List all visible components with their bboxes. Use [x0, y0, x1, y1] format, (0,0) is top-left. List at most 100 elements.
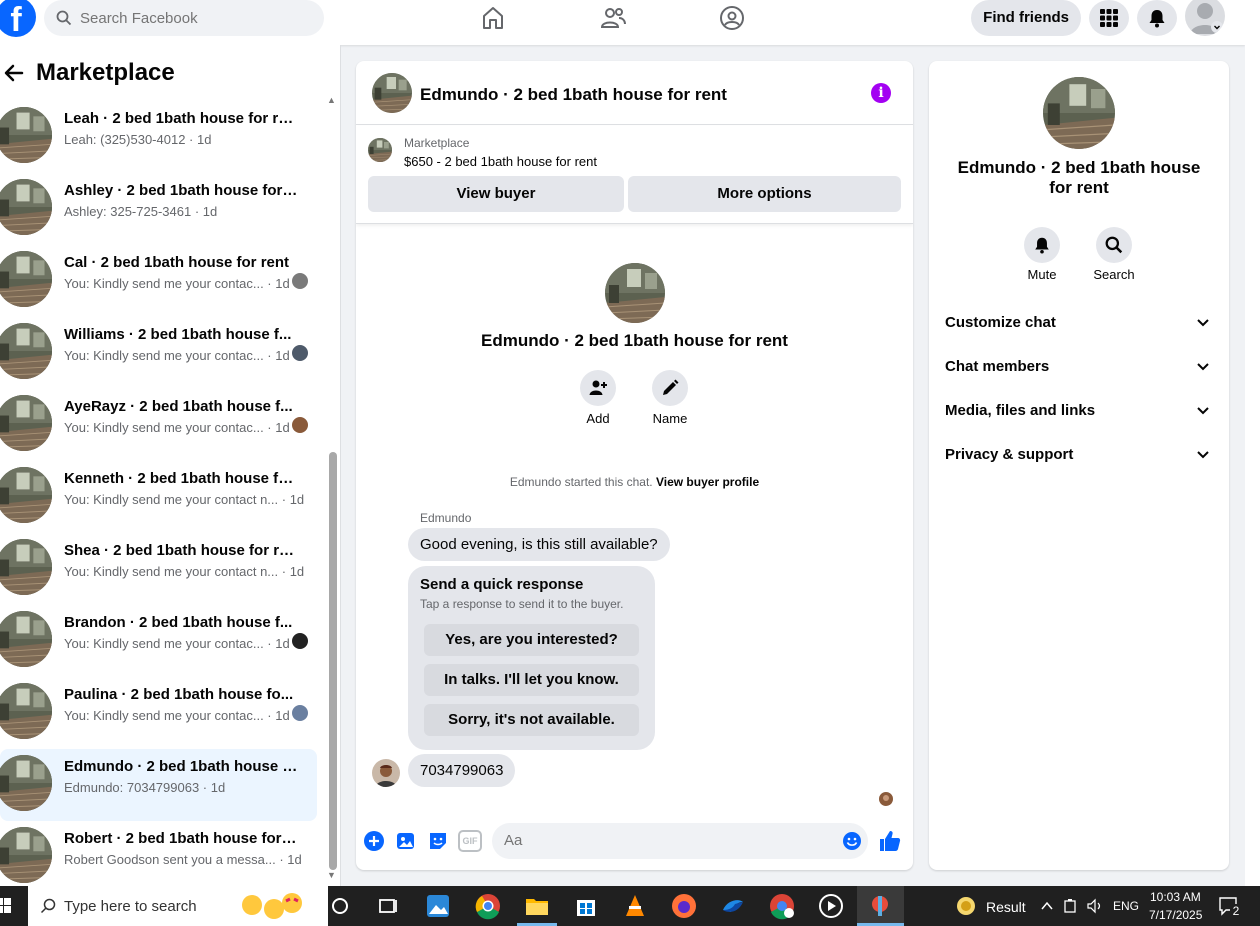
account-avatar[interactable] — [1185, 0, 1225, 36]
media-player-icon[interactable] — [817, 892, 845, 920]
app-icon[interactable] — [719, 892, 747, 920]
cortana-icon[interactable] — [326, 892, 354, 920]
quick-response-subtitle: Tap a response to send it to the buyer. — [420, 597, 624, 611]
conversation-item[interactable]: Shea · 2 bed 1bath house for rent You: Ki… — [0, 533, 317, 605]
chat-center-name: Edmundo · 2 bed 1bath house for rent — [481, 331, 788, 350]
listing-thumbnail — [0, 107, 52, 163]
friends-icon[interactable] — [599, 4, 627, 32]
chrome-profile-icon[interactable] — [768, 892, 796, 920]
back-arrow-icon[interactable] — [2, 61, 26, 85]
page-scrollbar[interactable] — [1245, 0, 1260, 886]
conversation-preview: You: Kindly send me your contact n... · … — [64, 492, 305, 507]
conversation-item[interactable]: Leah · 2 bed 1bath house for rent Leah: (… — [0, 101, 317, 173]
quick-response-card: Send a quick response Tap a response to … — [408, 566, 655, 750]
add-people-button[interactable] — [580, 370, 616, 406]
notification-count-badge: 2 — [1230, 904, 1242, 918]
conversation-item[interactable]: Cal · 2 bed 1bath house for rent You: Kin… — [0, 245, 317, 317]
top-navigation-bar: f Find friends — [0, 0, 1245, 45]
chat-members-row[interactable]: Chat members — [945, 346, 1213, 386]
message-bubble-phone: 7034799063 — [408, 754, 516, 787]
weather-sun-icon[interactable] — [954, 894, 978, 918]
conversation-title: Kenneth · 2 bed 1bath house for... — [64, 470, 299, 487]
seen-by-avatar — [292, 633, 308, 649]
plus-circle-icon[interactable] — [362, 829, 386, 853]
facebook-logo[interactable]: f — [0, 0, 36, 39]
photo-icon[interactable] — [394, 829, 418, 853]
message-input-box[interactable] — [492, 823, 868, 859]
conversation-item[interactable]: Ashley · 2 bed 1bath house for r... Ashle… — [0, 173, 317, 245]
home-icon[interactable] — [479, 4, 507, 32]
more-options-button[interactable]: More options — [628, 176, 901, 212]
conversation-item[interactable]: AyeRayz · 2 bed 1bath house f... You: Kin… — [0, 389, 317, 461]
chevron-down-icon — [1197, 451, 1209, 459]
conversation-item[interactable]: Williams · 2 bed 1bath house f... You: Ki… — [0, 317, 317, 389]
row-label: Chat members — [945, 357, 1050, 375]
find-friends-button[interactable]: Find friends — [971, 0, 1081, 36]
view-buyer-button[interactable]: View buyer — [368, 176, 624, 212]
quick-reply-yes[interactable]: Yes, are you interested? — [424, 624, 639, 656]
clock-time[interactable]: 10:03 AM — [1150, 890, 1201, 904]
conversation-title: Robert · 2 bed 1bath house for r... — [64, 830, 299, 847]
task-view-icon[interactable] — [374, 892, 402, 920]
scroll-up-arrow[interactable]: ▲ — [327, 95, 336, 105]
search-label: Search — [1093, 267, 1135, 282]
message-input[interactable] — [504, 832, 824, 849]
taskbar-search-placeholder: Type here to search — [64, 897, 197, 915]
conversation-title: Edmundo · 2 bed 1bath house fo... — [64, 758, 299, 775]
weather-result-label[interactable]: Result — [986, 899, 1026, 915]
view-buyer-profile-link[interactable]: View buyer profile — [656, 475, 759, 489]
emoji-icon[interactable] — [842, 831, 862, 851]
battery-icon[interactable] — [1062, 897, 1080, 915]
media-files-links-row[interactable]: Media, files and links — [945, 390, 1213, 430]
conversation-item[interactable]: Brandon · 2 bed 1bath house f... You: Kin… — [0, 605, 317, 677]
customize-chat-row[interactable]: Customize chat — [945, 302, 1213, 342]
chevron-up-icon[interactable] — [1040, 899, 1054, 913]
thumbs-up-icon[interactable] — [878, 829, 902, 853]
taskbar-search-box[interactable]: Type here to search — [28, 886, 328, 926]
conversation-item[interactable]: Kenneth · 2 bed 1bath house for... You: K… — [0, 461, 317, 533]
listing-price-title[interactable]: $650 - 2 bed 1bath house for rent — [404, 154, 597, 169]
quick-reply-not-available[interactable]: Sorry, it's not available. — [424, 704, 639, 736]
privacy-support-row[interactable]: Privacy & support — [945, 434, 1213, 474]
microsoft-store-icon[interactable] — [572, 892, 600, 920]
notifications-button[interactable] — [1137, 0, 1177, 36]
search-in-chat-button[interactable] — [1096, 227, 1132, 263]
search-facebook-box[interactable] — [44, 0, 324, 36]
listing-thumbnail[interactable] — [368, 138, 392, 162]
language-indicator[interactable]: ENG — [1113, 899, 1139, 913]
listing-thumbnail — [0, 683, 52, 739]
sender-avatar[interactable] — [372, 759, 400, 787]
sidebar-scrollbar-thumb[interactable] — [329, 452, 337, 870]
chat-started-notice: Edmundo started this chat. View buyer pr… — [356, 475, 913, 489]
gif-icon[interactable]: GIF — [458, 830, 482, 852]
chrome-icon[interactable] — [474, 892, 502, 920]
bell-icon — [1035, 237, 1049, 254]
read-receipt-icon — [879, 792, 893, 806]
firefox-icon[interactable] — [670, 892, 698, 920]
name-label: Name — [652, 411, 688, 426]
quick-reply-in-talks[interactable]: In talks. I'll let you know. — [424, 664, 639, 696]
conversation-item[interactable]: Robert · 2 bed 1bath house for r... Rober… — [0, 821, 317, 893]
info-panel-avatar — [1043, 77, 1115, 149]
sticker-icon[interactable] — [426, 829, 450, 853]
search-input[interactable] — [80, 9, 300, 27]
volume-icon[interactable] — [1086, 897, 1104, 915]
windows-start-icon[interactable] — [0, 898, 12, 914]
info-icon[interactable]: i — [871, 83, 891, 103]
scroll-down-arrow[interactable]: ▼ — [327, 870, 336, 880]
conversation-item[interactable]: Paulina · 2 bed 1bath house fo... You: Ki… — [0, 677, 317, 749]
house-interior-photo — [0, 539, 52, 595]
clock-date[interactable]: 7/17/2025 — [1149, 908, 1202, 922]
screen-recorder-icon[interactable] — [866, 892, 894, 920]
house-interior-photo — [0, 395, 52, 451]
file-explorer-icon[interactable] — [523, 892, 551, 920]
listing-avatar[interactable] — [372, 73, 412, 113]
mute-button[interactable] — [1024, 227, 1060, 263]
groups-icon[interactable] — [718, 4, 746, 32]
name-chat-button[interactable] — [652, 370, 688, 406]
menu-button[interactable] — [1089, 0, 1129, 36]
vlc-icon[interactable] — [621, 892, 649, 920]
photos-app-icon[interactable] — [424, 892, 452, 920]
conversation-item[interactable]: Edmundo · 2 bed 1bath house fo... Edmundo… — [0, 749, 317, 821]
chat-title[interactable]: Edmundo · 2 bed 1bath house for rent — [420, 85, 727, 105]
